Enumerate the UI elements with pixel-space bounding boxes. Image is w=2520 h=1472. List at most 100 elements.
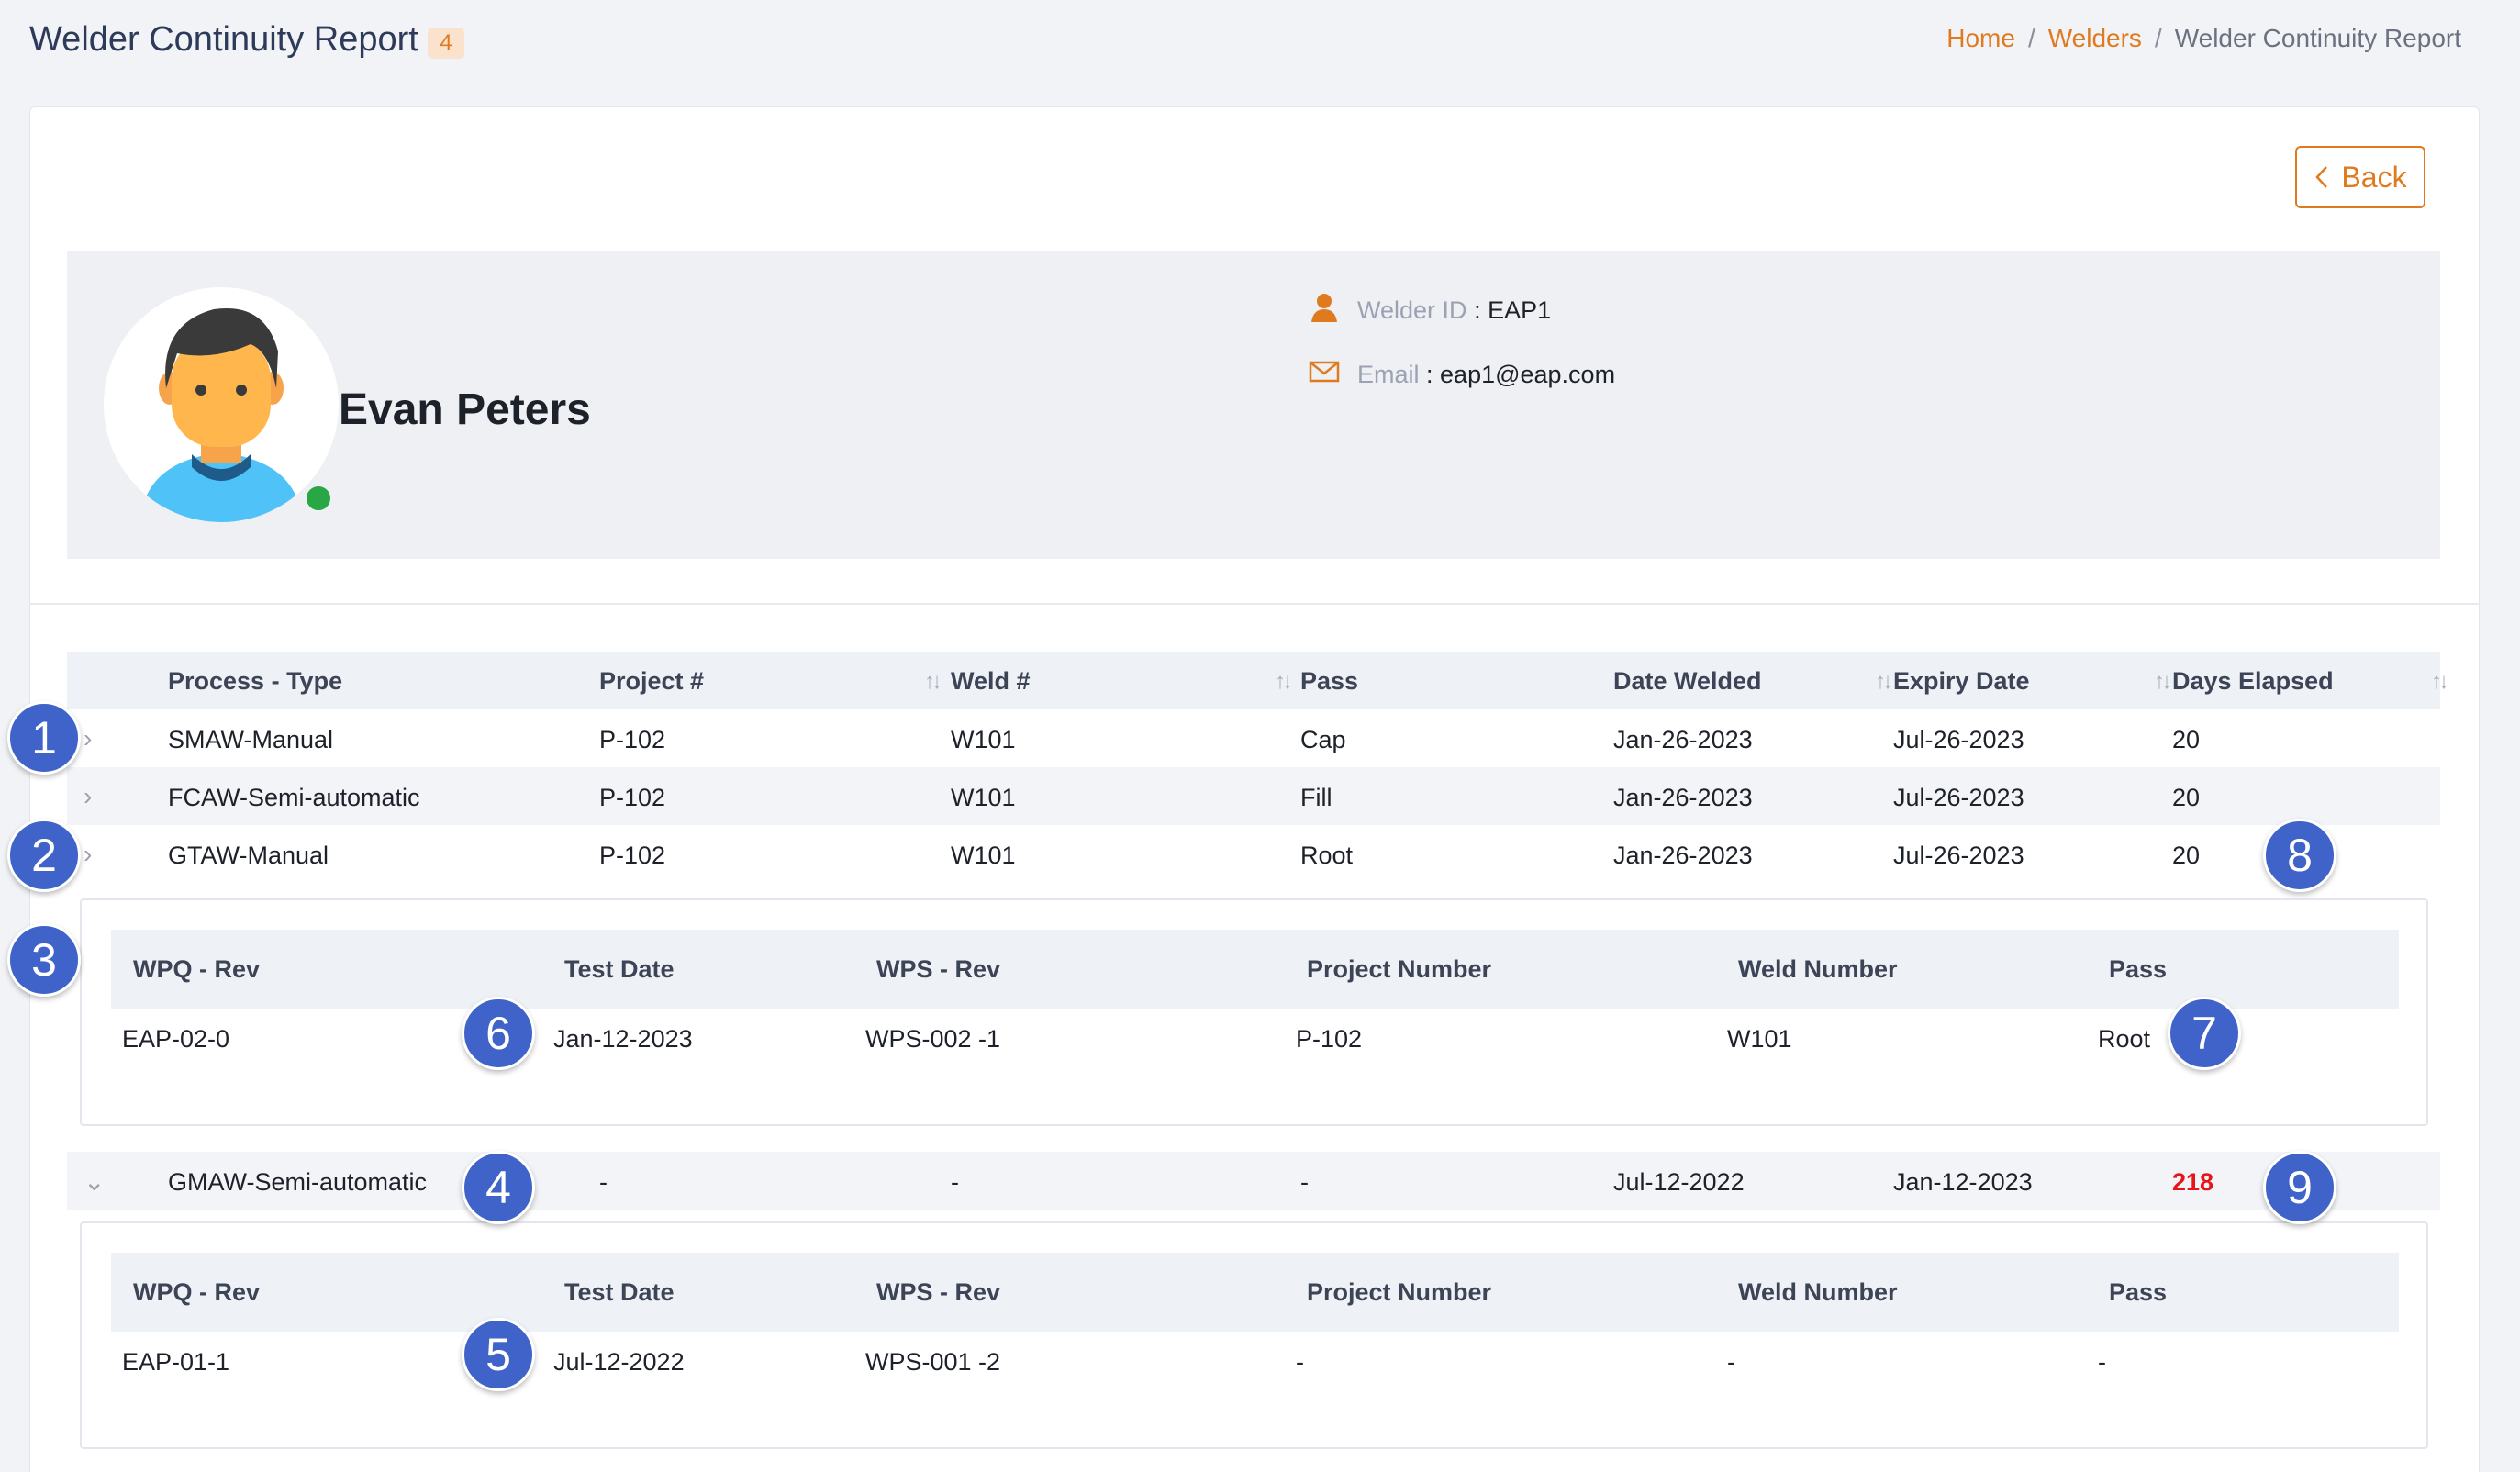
cell-weld: W101 (951, 842, 1016, 869)
cell-days: 20 (2172, 784, 2201, 811)
sort-icon[interactable]: ↑↓ (1875, 669, 1893, 695)
breadcrumb-separator: / (2154, 24, 2162, 52)
chevron-left-icon (2315, 166, 2328, 188)
cell-date-welded: Jan-26-2023 (1613, 726, 1753, 753)
top-bar: Welder Continuity Report 4 Home / Welder… (0, 0, 2520, 84)
cell-pass: Fill (1300, 784, 1332, 811)
cell-date-welded: Jul-12-2022 (1613, 1168, 1745, 1196)
sub-table-header: WPQ - Rev Test Date WPS - Rev Project Nu… (111, 1253, 2399, 1332)
sort-icon[interactable]: ↑↓ (924, 669, 942, 695)
email-label: Email (1357, 361, 1420, 388)
gtaw-detail-card: WPQ - Rev Test Date WPS - Rev Project Nu… (80, 898, 2428, 1126)
cell-days: 20 (2172, 842, 2201, 869)
cell-days: 20 (2172, 726, 2201, 753)
col-process-type: Process - Type (168, 667, 343, 695)
cell-process: FCAW-Semi-automatic (168, 784, 420, 811)
sub-col-weld-number: Weld Number (1738, 955, 1898, 983)
sub-col-project-number: Project Number (1307, 955, 1492, 983)
annotation-badge-1: 1 (7, 701, 81, 775)
sort-icon[interactable]: ↑↓ (1275, 669, 1293, 695)
sub-col-wps-rev: WPS - Rev (876, 1278, 1001, 1306)
sub-col-weld-number: Weld Number (1738, 1278, 1898, 1306)
sub-col-test-date: Test Date (564, 1278, 675, 1306)
col-weld[interactable]: Weld # (951, 667, 1031, 696)
welder-id-label: Welder ID (1357, 296, 1467, 324)
chevron-right-icon[interactable]: › (84, 724, 102, 753)
col-project[interactable]: Project # (599, 667, 704, 696)
sub-col-pass: Pass (2109, 1278, 2168, 1306)
sub-cell-wpq: EAP-02-0 (122, 1025, 230, 1053)
cell-project: - (599, 1168, 608, 1196)
cell-process: GTAW-Manual (168, 842, 329, 869)
cell-date-welded: Jan-26-2023 (1613, 842, 1753, 869)
cell-pass: - (1300, 1168, 1309, 1196)
sub-table-header: WPQ - Rev Test Date WPS - Rev Project Nu… (111, 930, 2399, 1009)
cell-process: SMAW-Manual (168, 726, 334, 753)
person-avatar-icon (140, 307, 302, 522)
chevron-right-icon[interactable]: › (84, 782, 102, 810)
annotation-badge-4: 4 (462, 1151, 535, 1224)
count-badge: 4 (428, 28, 464, 59)
cell-weld: W101 (951, 784, 1016, 811)
page-title: Welder Continuity Report (29, 20, 418, 59)
cell-weld: - (951, 1168, 959, 1196)
sub-cell-project: P-102 (1296, 1025, 1363, 1053)
sub-col-test-date: Test Date (564, 955, 675, 983)
col-expiry-date[interactable]: Expiry Date (1893, 667, 2030, 696)
table-row[interactable]: › GTAW-Manual P-102 W101 Root Jan-26-202… (67, 825, 2440, 883)
table-row[interactable]: › SMAW-Manual P-102 W101 Cap Jan-26-2023… (67, 709, 2440, 767)
col-pass: Pass (1300, 667, 1359, 695)
mail-icon (1308, 355, 1341, 395)
col-date-welded[interactable]: Date Welded (1613, 667, 1762, 696)
welder-name: Evan Peters (339, 385, 591, 434)
sub-cell-wpq: EAP-01-1 (122, 1348, 230, 1376)
cell-expiry: Jul-26-2023 (1893, 784, 2024, 811)
annotation-badge-5: 5 (462, 1318, 535, 1391)
table-row[interactable]: ⌄ GMAW-Semi-automatic - - - Jul-12-2022 … (67, 1152, 2440, 1210)
user-icon (1308, 291, 1341, 330)
annotation-badge-9: 9 (2263, 1151, 2336, 1224)
table-row[interactable]: › FCAW-Semi-automatic P-102 W101 Fill Ja… (67, 767, 2440, 825)
avatar (104, 287, 339, 522)
sub-cell-test-date: Jan-12-2023 (553, 1025, 693, 1053)
sub-cell-wps: WPS-001 -2 (865, 1348, 1001, 1376)
cell-date-welded: Jan-26-2023 (1613, 784, 1753, 811)
sub-cell-pass: Root (2098, 1025, 2151, 1053)
sort-icon[interactable]: ↑↓ (2154, 669, 2172, 695)
report-card: Back Evan Peters Welder ID : EAP1 Email … (29, 106, 2480, 1472)
annotation-badge-2: 2 (7, 819, 81, 892)
annotation-badge-6: 6 (462, 997, 535, 1070)
cell-weld: W101 (951, 726, 1016, 753)
sort-icon[interactable]: ↑↓ (2431, 669, 2449, 695)
cell-pass: Cap (1300, 726, 1346, 753)
breadcrumb-current: Welder Continuity Report (2174, 24, 2461, 52)
table-header: Process - Type Project # ↑↓ Weld # ↑↓ Pa… (67, 652, 2449, 709)
online-status-dot (304, 484, 333, 513)
back-button-label: Back (2341, 160, 2407, 194)
sub-col-wps-rev: WPS - Rev (876, 955, 1001, 983)
annotation-badge-3: 3 (7, 923, 81, 997)
cell-project: P-102 (599, 726, 666, 753)
section-divider (30, 603, 2479, 605)
sub-cell-weld: W101 (1727, 1025, 1792, 1053)
email-row: Email : eap1@eap.com (1308, 355, 1615, 395)
sub-col-wpq-rev: WPQ - Rev (133, 955, 261, 983)
breadcrumb-home[interactable]: Home (1946, 24, 2015, 53)
chevron-down-icon[interactable]: ⌄ (84, 1166, 105, 1196)
sub-col-wpq-rev: WPQ - Rev (133, 1278, 261, 1306)
cell-expiry: Jul-26-2023 (1893, 842, 2024, 869)
welder-id-value: : EAP1 (1474, 296, 1552, 324)
sub-col-pass: Pass (2109, 955, 2168, 983)
cell-expiry: Jul-26-2023 (1893, 726, 2024, 753)
col-days-elapsed[interactable]: Days Elapsed (2172, 667, 2334, 696)
welder-profile: Evan Peters Welder ID : EAP1 Email : eap… (67, 251, 2440, 559)
annotation-badge-7: 7 (2168, 997, 2241, 1070)
breadcrumb-welders[interactable]: Welders (2048, 24, 2142, 53)
sub-cell-pass: - (2098, 1348, 2106, 1376)
cell-pass: Root (1300, 842, 1354, 869)
back-button[interactable]: Back (2295, 146, 2425, 208)
annotation-badge-8: 8 (2263, 819, 2336, 892)
welder-id-row: Welder ID : EAP1 (1308, 291, 1551, 330)
chevron-right-icon[interactable]: › (84, 840, 102, 868)
cell-project: P-102 (599, 784, 666, 811)
